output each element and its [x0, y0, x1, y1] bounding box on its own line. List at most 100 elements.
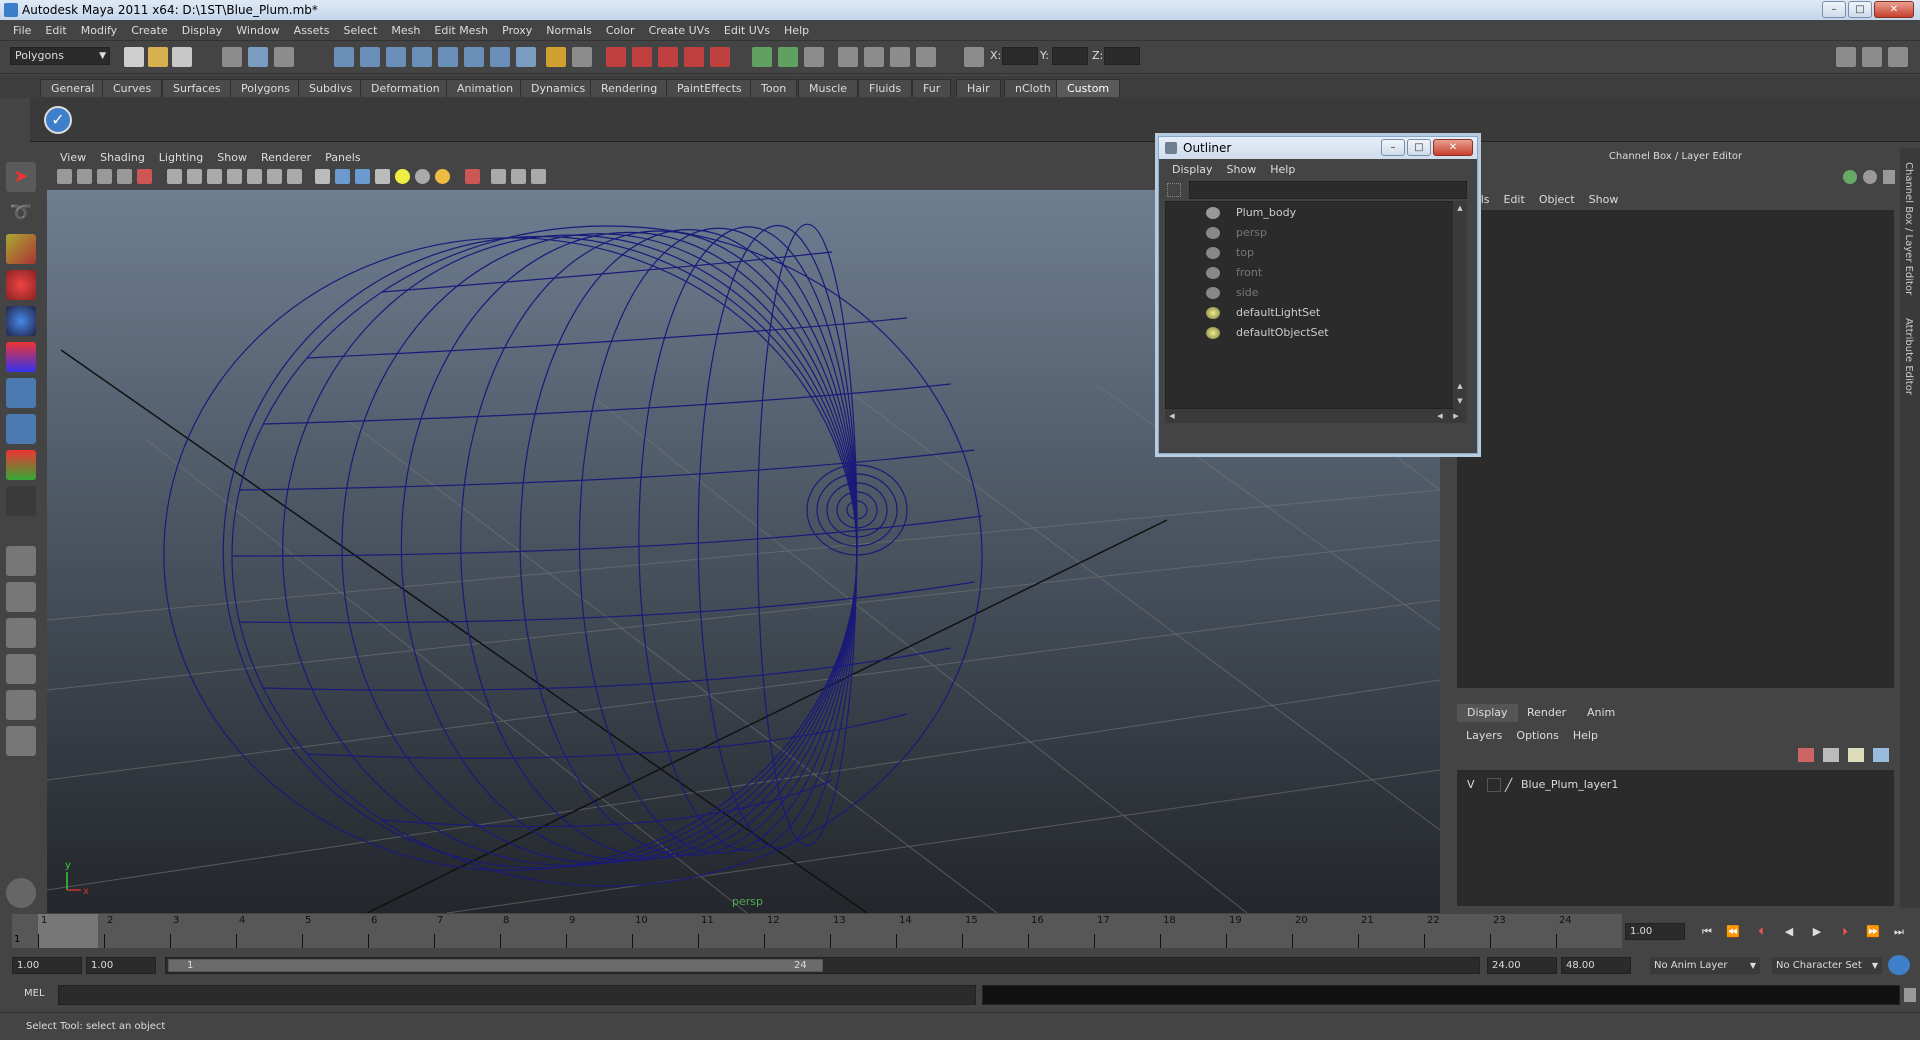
x-input[interactable]: [1002, 47, 1038, 65]
soft-modification-icon[interactable]: [6, 414, 36, 444]
all-lights-icon[interactable]: [415, 169, 430, 184]
universal-manipulator-icon[interactable]: [6, 378, 36, 408]
lock-selection-icon[interactable]: [546, 47, 566, 67]
shelf-tab-ncloth[interactable]: nCloth: [1004, 79, 1062, 97]
shelf-tab-fur[interactable]: Fur: [912, 79, 952, 97]
menu-window[interactable]: Window: [229, 24, 286, 37]
go-to-start-icon[interactable]: ⏮: [1698, 923, 1716, 941]
shelf-tab-deformation[interactable]: Deformation: [360, 79, 451, 97]
show-attribute-editor-icon[interactable]: [1836, 47, 1856, 67]
render-settings-icon[interactable]: [916, 47, 936, 67]
character-set-dropdown[interactable]: No Character Set ▼: [1772, 957, 1882, 974]
menu-color[interactable]: Color: [599, 24, 642, 37]
playback-start-input[interactable]: 1.00: [86, 957, 156, 974]
menu-help[interactable]: Help: [777, 24, 816, 37]
go-to-end-icon[interactable]: ⏭: [1890, 923, 1908, 941]
scroll-left-icon[interactable]: ◀: [1167, 411, 1177, 421]
range-slider-thumb[interactable]: 1 24: [168, 959, 823, 972]
tab-attribute-editor[interactable]: Attribute Editor: [1903, 318, 1914, 418]
command-input[interactable]: [58, 985, 976, 1005]
outliner-menu-help[interactable]: Help: [1263, 163, 1302, 176]
shelf-tab-painteffects[interactable]: PaintEffects: [666, 79, 753, 97]
step-forward-frame-icon[interactable]: ⏩: [1864, 923, 1882, 941]
scroll-up-icon[interactable]: ▲: [1455, 381, 1465, 391]
menu-set-dropdown[interactable]: Polygons ▼: [10, 47, 110, 65]
snap-view-plane-icon[interactable]: [684, 47, 704, 67]
shelf-tab-dynamics[interactable]: Dynamics: [520, 79, 597, 97]
select-hierarchy-icon[interactable]: [222, 47, 242, 67]
menu-select[interactable]: Select: [336, 24, 384, 37]
show-manipulator-icon[interactable]: [6, 450, 36, 480]
scale-tool-icon[interactable]: [6, 342, 36, 372]
snap-grid-icon[interactable]: [606, 47, 626, 67]
absolute-transform-icon[interactable]: [964, 47, 984, 67]
menu-edit-mesh[interactable]: Edit Mesh: [427, 24, 495, 37]
bookmark-icon[interactable]: [97, 169, 112, 184]
render-frame-icon[interactable]: [864, 47, 884, 67]
show-tool-settings-icon[interactable]: [1862, 47, 1882, 67]
input-ops-icon[interactable]: [752, 47, 772, 67]
maximize-button[interactable]: □: [1848, 1, 1872, 18]
gate-mask-icon[interactable]: [227, 169, 242, 184]
animation-end-input[interactable]: 48.00: [1561, 957, 1631, 974]
viewport-menu-shading[interactable]: Shading: [93, 151, 152, 164]
z-input[interactable]: [1104, 47, 1140, 65]
construction-history-icon[interactable]: [804, 47, 824, 67]
wireframe-shading-icon[interactable]: [315, 169, 330, 184]
resolution-gate-icon[interactable]: [207, 169, 222, 184]
step-forward-key-icon[interactable]: ⏵: [1836, 923, 1854, 941]
script-language-toggle[interactable]: MEL: [24, 988, 45, 999]
menu-edit[interactable]: Edit: [38, 24, 73, 37]
menu-assets[interactable]: Assets: [287, 24, 337, 37]
y-input[interactable]: [1052, 47, 1088, 65]
default-lighting-icon[interactable]: [395, 169, 410, 184]
highlight-selection-icon[interactable]: [572, 47, 592, 67]
create-empty-layer-icon[interactable]: [1848, 748, 1864, 762]
menu-mesh[interactable]: Mesh: [384, 24, 427, 37]
outliner-maximize-button[interactable]: □: [1407, 139, 1431, 156]
create-layer-from-selection-icon[interactable]: [1873, 748, 1889, 762]
menu-display[interactable]: Display: [175, 24, 230, 37]
show-channel-box-icon[interactable]: [1888, 47, 1908, 67]
camera-select-icon[interactable]: [57, 169, 72, 184]
move-layer-up-icon[interactable]: [1798, 748, 1814, 762]
shelf-tab-surfaces[interactable]: Surfaces: [162, 79, 232, 97]
layer-tab-anim[interactable]: Anim: [1577, 704, 1625, 722]
outliner-persp-layout-icon[interactable]: [6, 618, 36, 648]
layer-display-type-toggle[interactable]: [1487, 778, 1501, 792]
outliner-menu-show[interactable]: Show: [1220, 163, 1264, 176]
viewport-menu-renderer[interactable]: Renderer: [254, 151, 318, 164]
shelf-tab-toon[interactable]: Toon: [750, 79, 798, 97]
save-scene-icon[interactable]: [172, 47, 192, 67]
textured-icon[interactable]: [375, 169, 390, 184]
animation-start-input[interactable]: 1.00: [12, 957, 82, 974]
output-ops-icon[interactable]: [778, 47, 798, 67]
script-editor-icon[interactable]: [1904, 988, 1916, 1002]
shelf-tab-subdivs[interactable]: Subdivs: [298, 79, 364, 97]
channel-box-menu-show[interactable]: Show: [1582, 193, 1626, 206]
field-chart-icon[interactable]: [247, 169, 262, 184]
shelf-tab-custom[interactable]: Custom: [1056, 79, 1121, 97]
layer-visibility-toggle[interactable]: V: [1467, 778, 1481, 792]
menu-create[interactable]: Create: [124, 24, 175, 37]
select-dynamics-icon[interactable]: [464, 47, 484, 67]
step-back-frame-icon[interactable]: ⏪: [1724, 923, 1742, 941]
play-backwards-icon[interactable]: ◀: [1780, 923, 1798, 941]
select-misc-icon[interactable]: [516, 47, 536, 67]
move-layer-down-icon[interactable]: [1823, 748, 1839, 762]
shelf-tab-polygons[interactable]: Polygons: [230, 79, 301, 97]
xray-icon[interactable]: [491, 169, 506, 184]
scroll-right-icon[interactable]: ▶: [1451, 411, 1461, 421]
anim-layer-dropdown[interactable]: No Anim Layer ▼: [1650, 957, 1760, 974]
viewport-menu-lighting[interactable]: Lighting: [152, 151, 210, 164]
scroll-down-icon[interactable]: ▼: [1455, 396, 1465, 406]
shelf-tab-general[interactable]: General: [40, 79, 106, 97]
layer-menu-help[interactable]: Help: [1566, 729, 1605, 742]
channel-box-mode-icon[interactable]: [1843, 170, 1857, 184]
hand-tool-icon[interactable]: [6, 878, 36, 908]
select-component-icon[interactable]: [274, 47, 294, 67]
time-slider[interactable]: 1 2 3 4 5 6 7 8 9 10 11 12 13 14 15 16 17 18 19 20 21 22 23 24: [12, 914, 1622, 948]
persp-graph-hypergraph-layout-icon[interactable]: [6, 726, 36, 756]
layer-row[interactable]: V ╱ Blue_Plum_layer1: [1463, 776, 1883, 794]
shelf-tab-animation[interactable]: Animation: [446, 79, 525, 97]
